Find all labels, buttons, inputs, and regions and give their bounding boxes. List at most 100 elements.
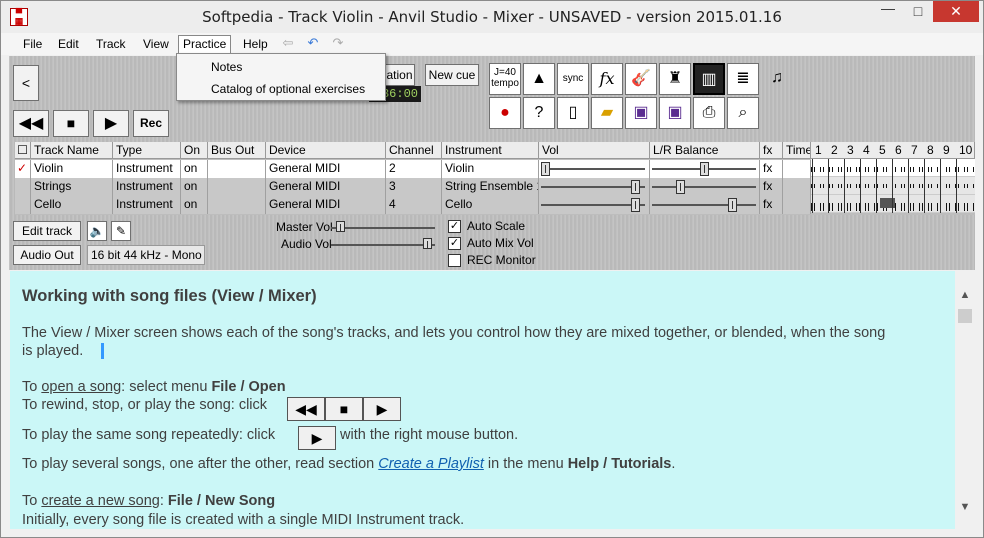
record-button[interactable]: Rec [133, 110, 169, 137]
master-vol-slider[interactable] [329, 221, 439, 235]
balance-knob[interactable] [728, 198, 737, 212]
track-device-cell[interactable]: General MIDI [266, 160, 386, 178]
scroll-left-button[interactable]: < [13, 65, 39, 101]
track-bus-cell[interactable] [208, 196, 266, 214]
col-time[interactable]: Time [783, 142, 811, 159]
inline-stop-button[interactable]: ■ [325, 397, 363, 421]
print-icon[interactable]: ⎙ [693, 97, 725, 129]
select-all-checkbox[interactable]: ☐ [15, 142, 31, 159]
help-scrollbar[interactable]: ▲ ▼ [955, 271, 975, 529]
vol-knob[interactable] [631, 198, 641, 212]
speaker-icon[interactable]: 🔈 [87, 221, 107, 241]
col-balance[interactable]: L/R Balance [650, 142, 760, 159]
maximize-button[interactable]: □ [905, 1, 931, 22]
record-keyboard-icon[interactable]: ● [489, 97, 521, 129]
col-bus-out[interactable]: Bus Out [208, 142, 266, 159]
open-folder-icon[interactable]: ▰ [591, 97, 623, 129]
balance-slider[interactable] [650, 178, 760, 196]
balance-slider[interactable] [650, 196, 760, 214]
auto-mix-vol-checkbox[interactable]: ✓ [448, 237, 461, 250]
inline-rewind-button[interactable]: ◀◀ [287, 397, 325, 421]
track-on-cell[interactable]: on [181, 160, 208, 178]
col-track-name[interactable]: Track Name [31, 142, 113, 159]
metronome-icon[interactable]: ▲ [523, 63, 555, 95]
audio-out-button[interactable]: Audio Out [13, 245, 81, 265]
play-button[interactable]: ▶ [93, 110, 129, 137]
new-file-icon[interactable]: ▯ [557, 97, 589, 129]
menu-practice[interactable]: Practice [178, 35, 232, 55]
track-device-cell[interactable]: General MIDI [266, 178, 386, 196]
audio-vol-knob[interactable] [423, 238, 433, 249]
inline-play-button[interactable]: ▶ [363, 397, 401, 421]
scroll-down-arrow-icon[interactable]: ▼ [959, 501, 971, 513]
menu-edit[interactable]: Edit [54, 36, 83, 54]
rec-monitor-checkbox[interactable] [448, 254, 461, 267]
print-preview-icon[interactable]: ⌕ [727, 97, 759, 129]
table-row[interactable]: ✓ Violin Instrument on General MIDI 2 Vi… [15, 160, 811, 178]
rewind-button[interactable]: ◀◀ [13, 110, 49, 137]
open-song-link[interactable]: open a song [41, 379, 121, 395]
redo-icon[interactable]: ↷ [329, 36, 347, 50]
undo-icon[interactable]: ↶ [304, 36, 322, 50]
sync-icon[interactable]: sync [557, 63, 589, 95]
save-icon[interactable]: ▣ [625, 97, 657, 129]
close-button[interactable]: ✕ [933, 1, 979, 22]
help-icon[interactable]: ? [523, 97, 555, 129]
track-name-cell[interactable]: Strings [31, 178, 113, 196]
master-vol-knob[interactable] [335, 221, 345, 232]
timeline-row-violin[interactable] [811, 159, 975, 177]
fx-cell[interactable]: fx [760, 178, 783, 196]
guitar-icon[interactable]: 🎸 [625, 63, 657, 95]
col-on[interactable]: On [181, 142, 208, 159]
wrench-icon[interactable]: ✎ [111, 221, 131, 241]
timeline-row-strings[interactable] [811, 177, 975, 195]
edit-track-button[interactable]: Edit track [13, 221, 81, 241]
table-row[interactable]: Strings Instrument on General MIDI 3 Str… [15, 178, 811, 196]
track-bus-cell[interactable] [208, 160, 266, 178]
tempo-button[interactable]: J=40 tempo [489, 63, 521, 95]
vol-slider[interactable] [539, 178, 650, 196]
mixer-sliders-icon[interactable]: ≣ [727, 63, 759, 95]
create-playlist-link[interactable]: Create a Playlist [378, 456, 484, 472]
col-device[interactable]: Device [266, 142, 386, 159]
vol-slider[interactable] [539, 196, 650, 214]
track-channel-cell[interactable]: 3 [386, 178, 442, 196]
table-row[interactable]: Cello Instrument on General MIDI 4 Cello… [15, 196, 811, 214]
menu-item-catalog[interactable]: Catalog of optional exercises [211, 82, 365, 96]
track-bus-cell[interactable] [208, 178, 266, 196]
menu-track[interactable]: Track [92, 36, 130, 54]
inline-play-repeat-button[interactable]: ▶ [298, 426, 336, 450]
vol-knob[interactable] [541, 162, 550, 176]
new-cue-button[interactable]: New cue [425, 64, 479, 86]
audio-note-icon[interactable]: ♫ [761, 63, 793, 95]
menu-item-notes[interactable]: Notes [211, 60, 242, 74]
scroll-up-arrow-icon[interactable]: ▲ [959, 289, 971, 301]
col-type[interactable]: Type [113, 142, 181, 159]
track-instrument-cell[interactable]: Violin [442, 160, 539, 178]
player-piano-icon[interactable]: ♜ [659, 63, 691, 95]
vol-knob[interactable] [631, 180, 641, 194]
menu-help[interactable]: Help [239, 36, 272, 54]
create-new-song-link[interactable]: create a new song [41, 493, 160, 509]
col-vol[interactable]: Vol [539, 142, 650, 159]
menu-view[interactable]: View [139, 36, 173, 54]
track-instrument-cell[interactable]: String Ensemble 1 [442, 178, 539, 196]
timeline-row-cello[interactable] [811, 195, 975, 213]
menu-file[interactable]: File [19, 36, 46, 54]
track-timeline[interactable] [811, 159, 975, 213]
vol-slider[interactable] [539, 160, 650, 178]
audio-vol-slider[interactable] [329, 238, 439, 252]
track-type-cell[interactable]: Instrument [113, 160, 181, 178]
track-on-cell[interactable]: on [181, 196, 208, 214]
minimize-button[interactable]: — [873, 1, 903, 22]
track-type-cell[interactable]: Instrument [113, 178, 181, 196]
col-channel[interactable]: Channel [386, 142, 442, 159]
scroll-thumb[interactable] [958, 309, 972, 323]
col-instrument[interactable]: Instrument [442, 142, 539, 159]
partial-button[interactable]: ation [385, 64, 415, 86]
balance-knob[interactable] [699, 162, 709, 176]
balance-slider[interactable] [650, 160, 760, 178]
track-on-cell[interactable]: on [181, 178, 208, 196]
fx-cell[interactable]: fx [760, 160, 783, 178]
track-device-cell[interactable]: General MIDI [266, 196, 386, 214]
